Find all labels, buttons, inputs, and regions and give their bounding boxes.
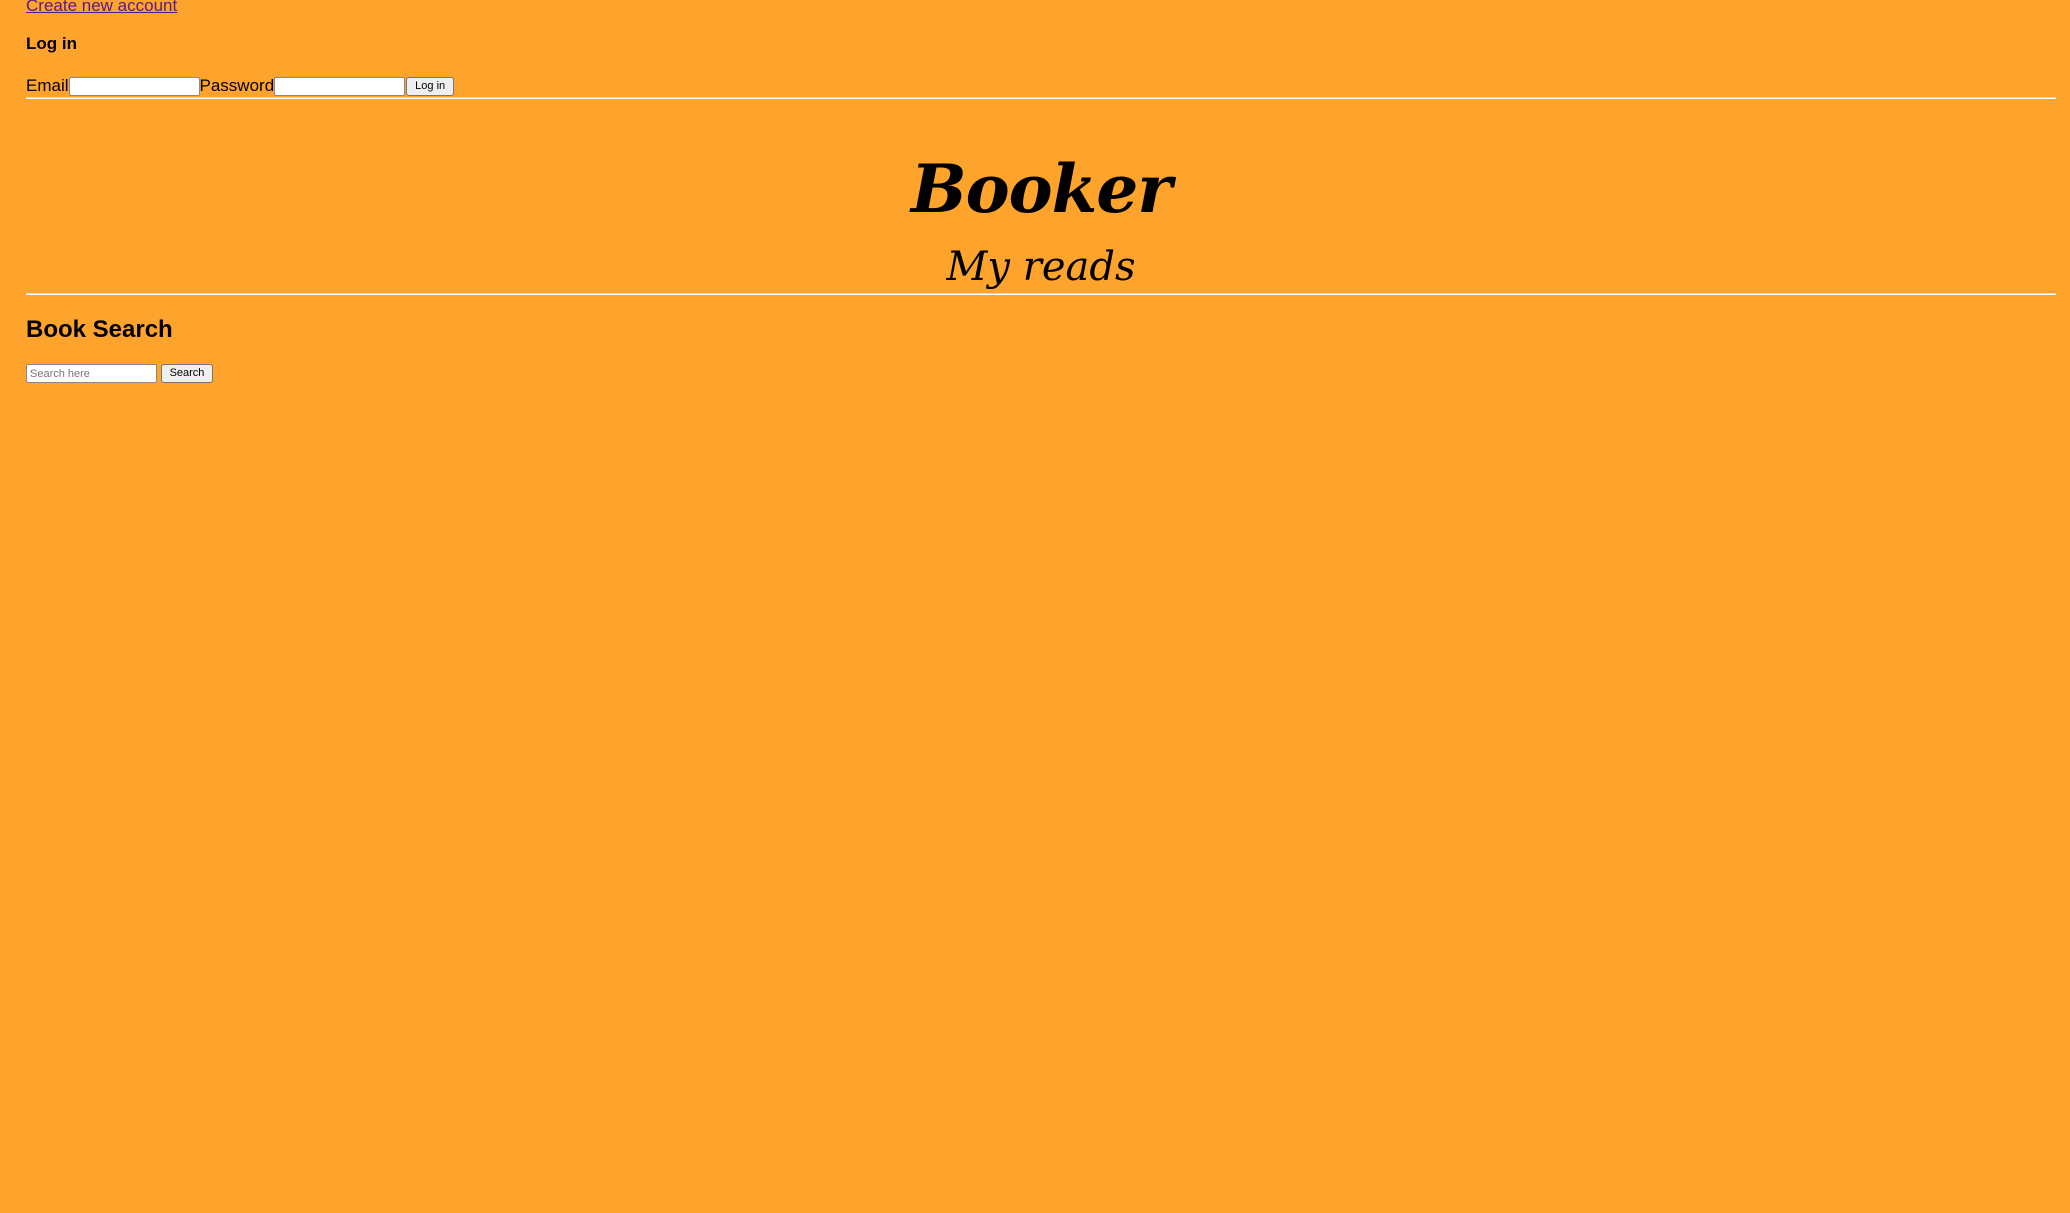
search-heading: Book Search xyxy=(26,316,173,343)
search-button[interactable]: Search xyxy=(161,364,213,383)
page: Create new account Log in Email Password… xyxy=(26,0,2056,383)
login-button[interactable]: Log in xyxy=(406,76,455,96)
hero: Booker My reads xyxy=(26,151,2056,293)
password-field[interactable] xyxy=(274,76,406,96)
login-form: Email Password Log in xyxy=(26,75,2056,97)
email-label: Email xyxy=(26,76,69,95)
password-label: Password xyxy=(199,76,275,95)
divider-top xyxy=(26,97,2056,99)
site-subtitle: My reads xyxy=(946,244,1136,290)
divider-bottom xyxy=(26,293,2056,295)
email-field[interactable] xyxy=(68,76,200,96)
login-heading: Log in xyxy=(26,34,77,53)
search-form: Search xyxy=(26,364,2056,383)
create-account-link[interactable]: Create new account xyxy=(26,0,2056,14)
site-title: Booker xyxy=(910,150,1172,228)
search-input[interactable] xyxy=(26,364,157,383)
